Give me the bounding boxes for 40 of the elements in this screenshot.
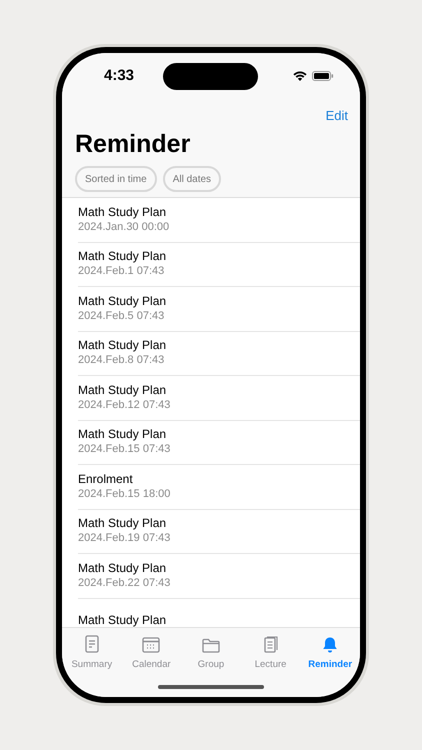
document-icon [84,635,99,653]
folder-icon [202,638,220,653]
reminder-title: Math Study Plan [78,427,168,442]
reminder-row[interactable]: Math Study Plan 2024.Feb.22 07:43 [78,554,360,598]
reminder-title: Math Study Plan [78,516,168,532]
calendar-icon [142,637,160,653]
reminder-row[interactable]: Math Study Plan 2024.Feb.19 07:43 [78,510,360,554]
reminder-title: Math Study Plan [78,382,168,398]
reminder-row[interactable]: Math Study Plan 2024.Feb.12 07:43 [78,376,360,420]
reminder-date: 2024.Feb.12 07:43 [78,398,172,413]
reminder-title: Math Study Plan [78,294,168,309]
reminder-row[interactable]: Math Study Plan 2024.Feb.8 07:43 [78,332,360,376]
reminder-date: 2024.Feb.15 07:43 [78,442,172,458]
reminder-title: Enrolment [78,472,134,487]
reminder-date: 2024.Feb.19 07:43 [78,531,172,546]
page-title: Reminder [74,129,192,160]
reminder-title: Math Study Plan [78,204,168,220]
reminder-title: Math Study Plan [78,560,168,576]
reminder-title: Math Study Plan [78,338,168,354]
reminder-row[interactable]: Math Study Plan 2024.Feb.15 07:43 [78,420,360,465]
filter-chip[interactable]: Sorted in time [75,166,157,192]
wifi-icon [293,71,307,81]
reminder-row[interactable]: Enrolment 2024.Feb.15 18:00 [78,465,360,510]
reminder-date: 2024.Feb.5 07:43 [78,308,166,324]
status-time: 4:33 [104,66,134,86]
reminder-title: Math Study Plan [78,612,168,627]
book-icon [264,636,278,653]
reminder-title: Math Study Plan [78,249,168,264]
reminder-row[interactable]: Math Study Plan 2024.Feb.5 07:43 [78,287,360,332]
reminder-date: 2024.Feb.1 07:43 [78,264,166,280]
bell-icon [322,636,338,653]
battery-icon [312,71,334,81]
reminder-date: 2024.Feb.15 18:00 [78,486,172,502]
reminder-row[interactable]: Math Study Plan 2024.Jan.30 00:00 [78,198,360,242]
reminder-date: 2024.Feb.8 07:43 [78,353,166,368]
edit-button[interactable]: Edit [326,105,348,127]
reminder-date: 2024.Jan.30 00:00 [78,220,170,235]
reminder-date: 2024.Feb.22 07:43 [78,576,172,591]
filter-chip[interactable]: All dates [162,166,222,192]
reminder-row[interactable]: Math Study Plan 2024.Feb.1 07:43 [78,242,360,287]
